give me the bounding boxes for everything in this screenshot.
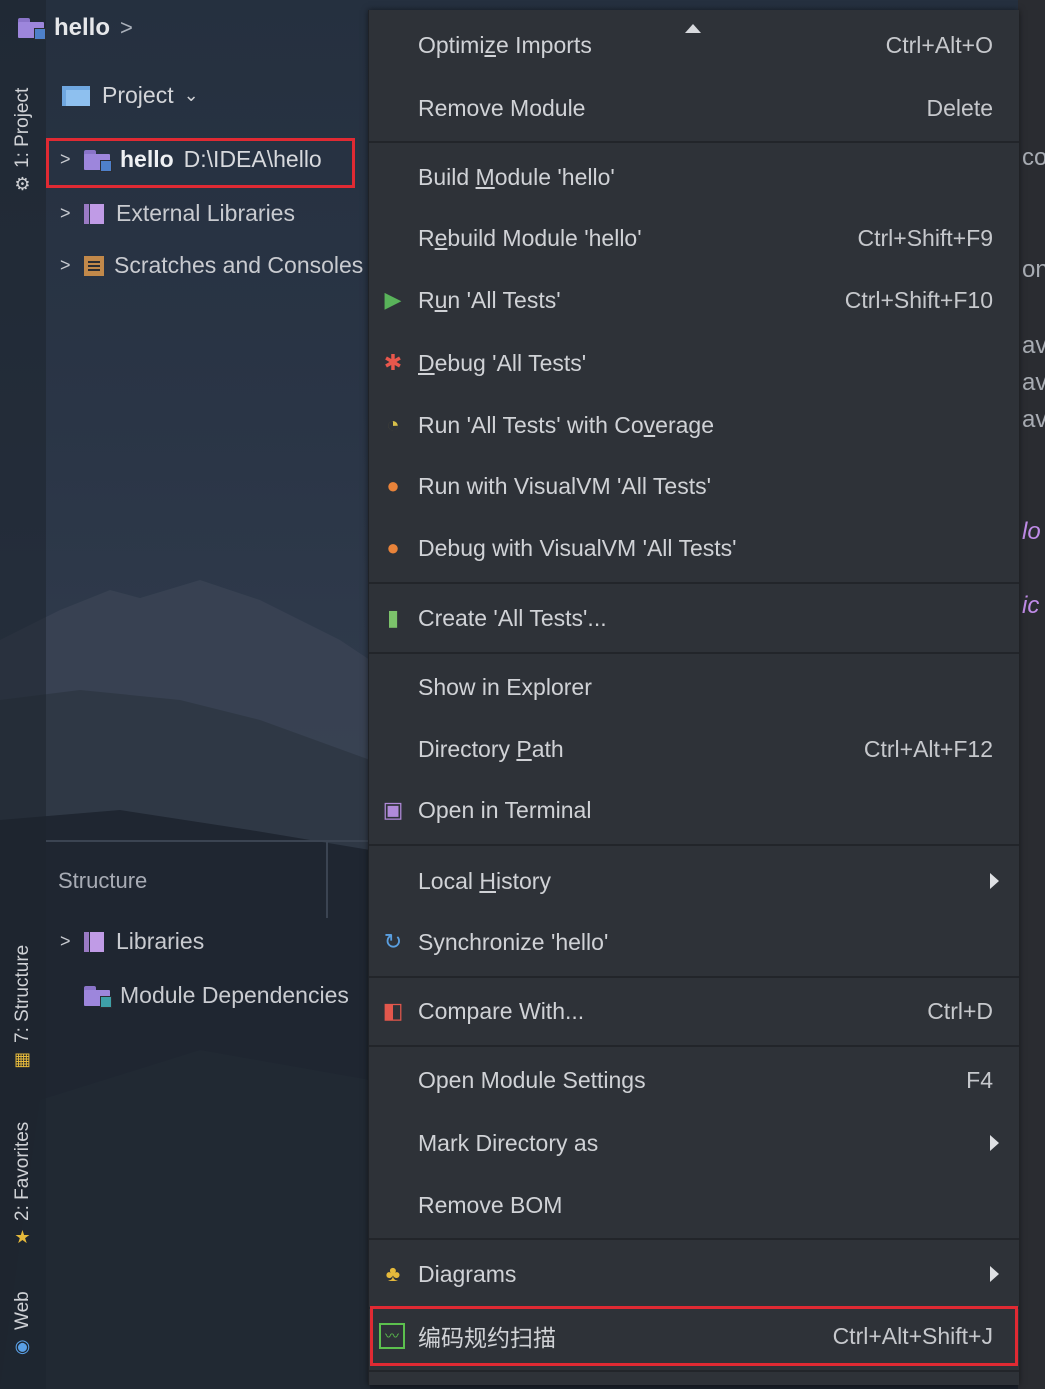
highlight-box-code-scan (370, 1306, 1018, 1366)
menu-item-open-in-terminal[interactable]: ▣ Open in Terminal (369, 780, 1019, 840)
shortcut-label: Ctrl+Alt+F12 (863, 735, 993, 762)
menu-item-remove-bom[interactable]: Remove BOM (369, 1175, 1019, 1235)
menu-item-run-all-tests[interactable]: ▶ Run 'All Tests' Ctrl+Shift+F10 (369, 270, 1019, 330)
module-folder-icon (84, 985, 112, 1008)
menu-separator (369, 976, 1019, 978)
shortcut-label: Ctrl+Shift+F10 (844, 286, 993, 313)
shortcut-label: Ctrl+D (927, 997, 993, 1024)
favorites-tool-label: 2: Favorites (12, 1121, 33, 1221)
tree-item-label: Scratches and Consoles (114, 252, 364, 278)
coverage-icon: ◔ (386, 412, 400, 437)
module-folder-icon (18, 18, 46, 40)
web-tool-tab[interactable]: ◉ Web (8, 1282, 38, 1357)
editor-text: on (1022, 256, 1045, 283)
globe-icon: ◉ (13, 1336, 33, 1357)
editor-text: av (1022, 406, 1045, 433)
editor-text: ic (1022, 592, 1040, 619)
menu-item-show-in-explorer[interactable]: Show in Explorer (369, 657, 1019, 717)
chevron-right-icon: > (120, 15, 133, 40)
menu-item-local-history[interactable]: Local History (369, 851, 1019, 911)
library-icon (84, 202, 106, 226)
structure-item-libraries[interactable]: > Libraries (60, 928, 204, 955)
structure-tool-icon: ▦ (13, 1049, 33, 1070)
expand-arrow-icon[interactable]: > (60, 203, 74, 224)
scratches-icon (84, 255, 104, 276)
compare-icon: ◧ (382, 998, 404, 1023)
menu-item-build-module[interactable]: Build Module 'hello' (369, 147, 1019, 207)
submenu-arrow-icon (990, 1266, 999, 1282)
tree-item-external-libraries[interactable]: > External Libraries (60, 200, 295, 227)
structure-item-module-dependencies[interactable]: Module Dependencies (84, 982, 366, 1009)
menu-item-mark-directory-as[interactable]: Mark Directory as (369, 1113, 1019, 1173)
panel-divider (326, 842, 328, 918)
menu-separator (369, 652, 1019, 654)
menu-item-create-all-tests[interactable]: ▮ Create 'All Tests'... (369, 588, 1019, 648)
structure-panel-title: Structure (58, 868, 148, 893)
web-tool-label: Web (12, 1291, 33, 1330)
menu-item-directory-path[interactable]: Directory Path Ctrl+Alt+F12 (369, 719, 1019, 779)
project-tool-label: 1: Project (12, 87, 33, 168)
menu-item-optimize-imports[interactable]: Optimize Imports Ctrl+Alt+O (369, 15, 1019, 75)
visualvm-debug-icon: ● (386, 535, 400, 560)
tree-item-label: External Libraries (116, 200, 295, 226)
breadcrumb[interactable]: hello > (18, 14, 133, 42)
menu-separator (369, 1045, 1019, 1047)
left-tool-strip: ⚙ 1: Project ▦ 7: Structure ★ 2: Favorit… (0, 0, 46, 1389)
context-menu: Optimize Imports Ctrl+Alt+O Remove Modul… (368, 10, 1019, 1385)
menu-item-remove-module[interactable]: Remove Module Delete (369, 78, 1019, 138)
panel-divider (46, 840, 370, 842)
menu-item-diagrams[interactable]: ♣ Diagrams (369, 1244, 1019, 1304)
project-tool-tab[interactable]: ⚙ 1: Project (8, 70, 38, 195)
bug-icon: ✱ (383, 350, 403, 375)
run-icon: ▶ (384, 287, 402, 312)
visualvm-run-icon: ● (386, 473, 400, 498)
project-view-selector[interactable]: Project ⌄ (62, 82, 199, 109)
shortcut-label: Ctrl+Alt+O (885, 31, 993, 58)
menu-separator (369, 1370, 1019, 1372)
menu-item-open-module-settings[interactable]: Open Module Settings F4 (369, 1050, 1019, 1110)
menu-item-synchronize[interactable]: ↻ Synchronize 'hello' (369, 912, 1019, 972)
structure-item-label: Module Dependencies (120, 982, 349, 1008)
structure-tool-tab[interactable]: ▦ 7: Structure (8, 925, 38, 1070)
editor-text: av (1022, 332, 1045, 359)
menu-separator (369, 1238, 1019, 1240)
diagram-icon: ♣ (385, 1261, 401, 1286)
expand-arrow-icon[interactable]: > (60, 255, 74, 276)
menu-item-compare-with[interactable]: ◧ Compare With... Ctrl+D (369, 981, 1019, 1041)
menu-separator (369, 844, 1019, 846)
submenu-arrow-icon (990, 1135, 999, 1151)
chevron-down-icon: ⌄ (183, 85, 199, 105)
highlight-box-hello (46, 138, 355, 188)
tree-item-scratches[interactable]: > Scratches and Consoles (60, 252, 368, 279)
menu-item-run-with-coverage[interactable]: ◔ Run 'All Tests' with Coverage (369, 395, 1019, 455)
project-view-label: Project (102, 82, 174, 108)
structure-item-label: Libraries (116, 928, 205, 954)
structure-tool-label: 7: Structure (12, 944, 33, 1043)
library-icon (84, 930, 106, 954)
test-tube-icon: ▮ (386, 605, 400, 630)
project-tool-icon: ⚙ (13, 174, 33, 195)
project-folder-icon (62, 84, 92, 108)
menu-item-debug-visualvm[interactable]: ● Debug with VisualVM 'All Tests' (369, 518, 1019, 578)
editor-sliver: co on av av av lo ic (1018, 0, 1045, 1389)
star-icon: ★ (13, 1227, 33, 1248)
submenu-arrow-icon (990, 873, 999, 889)
sync-icon: ↻ (383, 929, 403, 954)
shortcut-label: Ctrl+Shift+F9 (857, 224, 994, 251)
shortcut-label: Delete (926, 94, 993, 121)
menu-item-run-visualvm[interactable]: ● Run with VisualVM 'All Tests' (369, 456, 1019, 516)
editor-text: co (1022, 144, 1045, 171)
editor-text: av (1022, 369, 1045, 396)
expand-arrow-icon[interactable]: > (60, 931, 74, 952)
menu-separator (369, 141, 1019, 143)
favorites-tool-tab[interactable]: ★ 2: Favorites (8, 1108, 38, 1248)
menu-item-debug-all-tests[interactable]: ✱ Debug 'All Tests' (369, 333, 1019, 393)
breadcrumb-project[interactable]: hello (54, 14, 110, 42)
menu-separator (369, 582, 1019, 584)
terminal-icon: ▣ (382, 797, 404, 822)
menu-item-rebuild-module[interactable]: Rebuild Module 'hello' Ctrl+Shift+F9 (369, 208, 1019, 268)
shortcut-label: F4 (966, 1066, 993, 1093)
editor-text: lo (1022, 518, 1041, 545)
